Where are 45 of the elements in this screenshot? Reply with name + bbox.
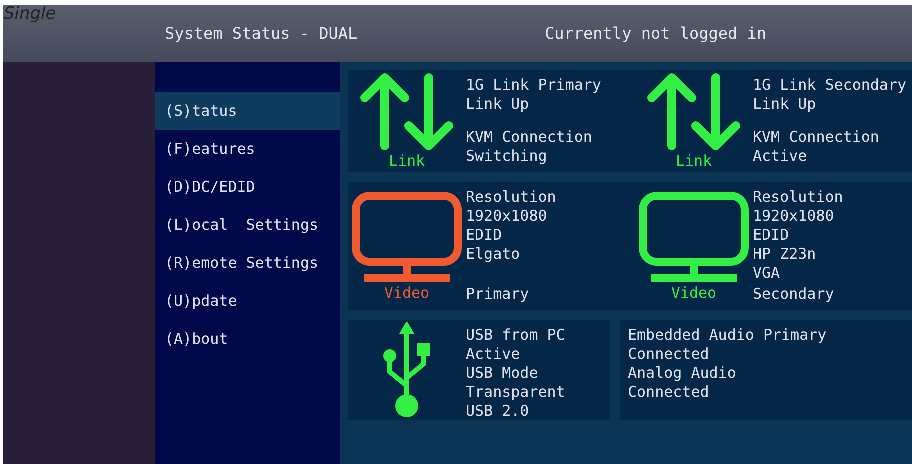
status-line: 1G Link Primary <box>466 76 602 95</box>
video-role: Secondary <box>753 285 836 304</box>
audio-info-line: Analog Audio <box>628 364 738 383</box>
status-line: KVM Connection <box>466 128 594 147</box>
video-info-line: EDID <box>466 226 504 245</box>
audio-info-line: Embedded Audio Primary <box>628 326 827 345</box>
status-line: 1G Link Secondary <box>753 76 907 95</box>
video-info-line: Elgato <box>466 245 522 264</box>
video-info-line: 1920x1080 <box>466 207 548 226</box>
status-line: Switching <box>466 147 548 166</box>
menu-item[interactable]: (U)pdate <box>155 282 340 320</box>
usb-info-line: USB Mode <box>466 364 540 383</box>
usb-info-line: USB 2.0 <box>466 402 530 421</box>
video-info-line: VGA <box>753 264 782 283</box>
caption: Single <box>4 4 56 24</box>
status-line: Active <box>753 147 808 166</box>
usb-info-line: Active <box>466 345 522 364</box>
video-info-line: Resolution <box>753 188 844 207</box>
status-line: Link Up <box>466 95 530 114</box>
login-status: Currently not logged in <box>545 24 767 43</box>
video-label: Video <box>384 284 430 302</box>
audio-info-line: Connected <box>628 345 710 364</box>
menu-item[interactable]: (R)emote Settings <box>155 244 340 282</box>
usb-info-line: USB from PC <box>466 326 566 345</box>
status-line: KVM Connection <box>753 128 880 147</box>
menu-item[interactable]: (L)ocal Settings <box>155 206 340 244</box>
video-role: Primary <box>466 285 530 304</box>
up-down-arrows-icon <box>359 72 455 152</box>
system-title: System Status - DUAL <box>165 24 359 43</box>
link-label: Link <box>388 152 426 170</box>
audio-info-line: Connected <box>628 383 710 402</box>
link-label: Link <box>676 152 712 170</box>
menu-item[interactable]: (D)DC/EDID <box>155 168 340 206</box>
video-label: Video <box>671 284 717 302</box>
video-info-line: HP Z23n <box>753 245 818 264</box>
usb-info-line: Transparent <box>466 383 566 402</box>
status-line: Link Up <box>753 95 818 114</box>
video-info-line: EDID <box>753 226 790 245</box>
usb-icon <box>382 322 432 418</box>
up-down-arrows-icon <box>646 72 742 152</box>
menu-item[interactable]: (F)eatures <box>155 130 340 168</box>
menu-item[interactable]: (A)bout <box>155 320 340 358</box>
video-info-line: Resolution <box>466 188 556 207</box>
menu-item[interactable]: (S)tatus <box>155 92 340 130</box>
video-info-line: 1920x1080 <box>753 207 836 226</box>
